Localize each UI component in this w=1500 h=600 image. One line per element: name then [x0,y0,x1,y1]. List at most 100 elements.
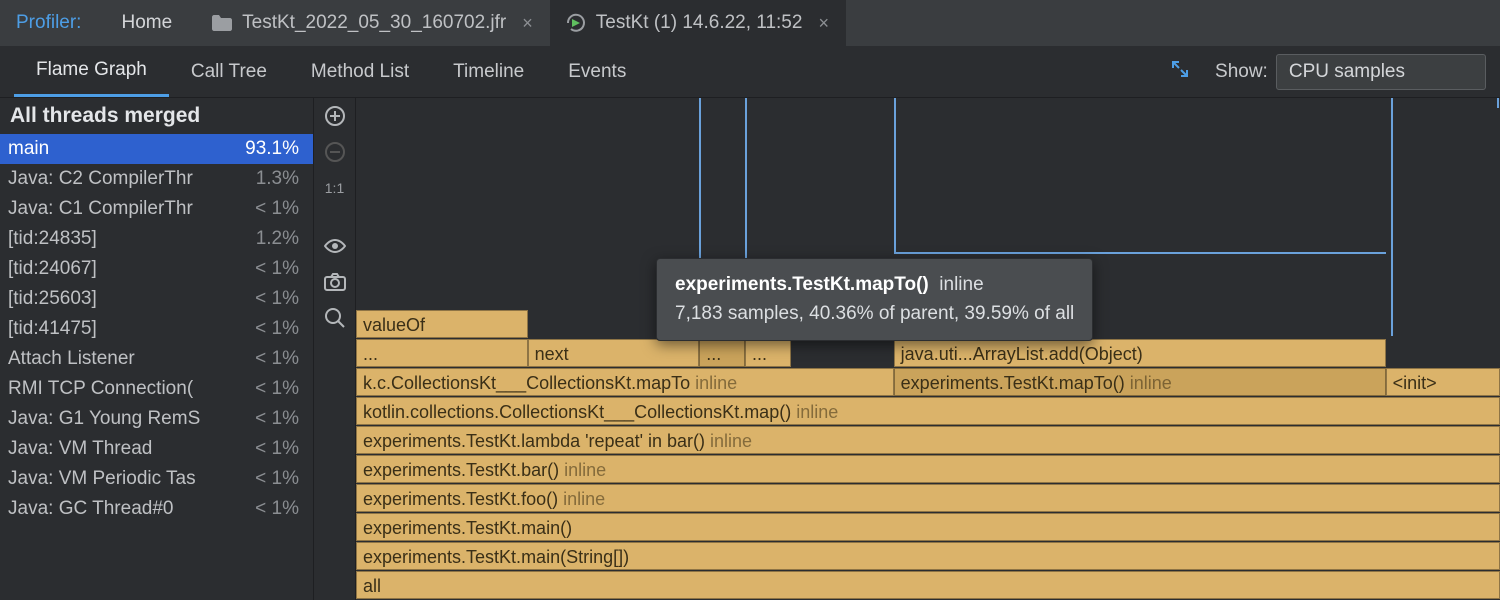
flame-row: k.c.CollectionsKt___CollectionsKt.mapTo … [356,368,1500,397]
thread-name: [tid:24835] [8,228,97,250]
tooltip-suffix: inline [939,274,983,295]
flame-frame[interactable]: experiments.TestKt.foo() inline [356,484,1500,512]
search-icon[interactable] [323,306,347,330]
camera-icon[interactable] [323,270,347,294]
thread-name: RMI TCP Connection( [8,378,193,400]
thread-row[interactable]: Java: VM Thread < 1% [0,434,313,464]
thread-row[interactable]: Java: C2 CompilerThr 1.3% [0,164,313,194]
flame-frame[interactable]: ... [699,339,745,367]
zoom-in-icon[interactable] [323,104,347,128]
flame-frame[interactable]: all [356,571,1500,599]
thread-name: [tid:24067] [8,258,97,280]
thread-name: Java: VM Periodic Tas [8,468,196,490]
ruler-tick [1497,98,1499,108]
home-button[interactable]: Home [97,0,196,46]
profiler-label: Profiler: [0,0,97,46]
run-refresh-icon [566,13,586,33]
tab-method-list[interactable]: Method List [289,46,431,97]
tab-events[interactable]: Events [546,46,648,97]
tab-call-tree[interactable]: Call Tree [169,46,289,97]
flame-row: experiments.TestKt.foo() inline [356,484,1500,513]
flame-frame[interactable]: k.c.CollectionsKt___CollectionsKt.mapTo … [356,368,894,396]
collapse-icon[interactable] [1153,58,1207,86]
thread-percent: < 1% [255,318,299,340]
tooltip-title: experiments.TestKt.mapTo() [675,274,929,295]
flame-row: experiments.TestKt.lambda 'repeat' in ba… [356,426,1500,455]
thread-name: [tid:41475] [8,318,97,340]
thread-row[interactable]: [tid:24067] < 1% [0,254,313,284]
thread-name: Java: VM Thread [8,438,152,460]
thread-percent: 93.1% [245,138,299,160]
profiler-tab-1[interactable]: TestKt (1) 14.6.22, 11:52 × [550,0,846,46]
thread-row[interactable]: Java: C1 CompilerThr< 1% [0,194,313,224]
thread-row[interactable]: Attach Listener < 1% [0,344,313,374]
thread-row[interactable]: [tid:24835] 1.2% [0,224,313,254]
thread-percent: < 1% [255,258,299,280]
flame-frame[interactable]: <init> [1386,368,1500,396]
folder-icon [212,15,232,31]
profiler-tab-0[interactable]: TestKt_2022_05_30_160702.jfr × [196,0,550,46]
main-area: All threads merged main93.1%Java: C2 Com… [0,98,1500,600]
profiler-tab-0-label: TestKt_2022_05_30_160702.jfr [242,12,506,34]
frame-tooltip: experiments.TestKt.mapTo() inline 7,183 … [656,258,1093,341]
thread-name: [tid:25603] [8,288,97,310]
thread-row[interactable]: Java: G1 Young RemS< 1% [0,404,313,434]
flame-frame[interactable]: valueOf [356,310,528,338]
thread-percent: < 1% [255,498,299,520]
thread-row[interactable]: RMI TCP Connection( < 1% [0,374,313,404]
zoom-out-icon[interactable] [323,140,347,164]
inline-tag: inline [559,460,606,480]
thread-percent: 1.2% [256,228,299,250]
thread-percent: < 1% [255,468,299,490]
flame-frame[interactable]: kotlin.collections.CollectionsKt___Colle… [356,397,1500,425]
flame-frame[interactable]: java.uti...ArrayList.add(Object) [894,339,1386,367]
flame-graph[interactable]: experiments.TestKt.mapTo() inline 7,183 … [356,98,1500,600]
thread-row[interactable]: [tid:41475] < 1% [0,314,313,344]
ruler-line [1391,98,1393,336]
show-label: Show: [1207,61,1276,83]
thread-row[interactable]: [tid:25603]< 1% [0,284,313,314]
thread-name: Java: GC Thread#0 [8,498,173,520]
inline-tag: inline [791,402,838,422]
flame-row: all [356,571,1500,600]
thread-percent: < 1% [255,378,299,400]
thread-percent: < 1% [255,348,299,370]
flame-frame[interactable]: next [528,339,700,367]
profiler-tab-1-label: TestKt (1) 14.6.22, 11:52 [596,12,803,34]
flame-frame[interactable]: experiments.TestKt.mapTo() inline [894,368,1386,396]
inline-tag: inline [705,431,752,451]
flame-row: experiments.TestKt.main(String[]) [356,542,1500,571]
flame-frame[interactable]: experiments.TestKt.main(String[]) [356,542,1500,570]
inline-tag: inline [690,373,737,393]
flame-tool-column: 1:1 [314,98,356,600]
inline-tag: inline [1125,373,1172,393]
thread-name: Java: C2 CompilerThr [8,168,193,190]
flame-row: ...next......java.uti...ArrayList.add(Ob… [356,339,1500,368]
thread-percent: 1.3% [256,168,299,190]
tooltip-detail: 7,183 samples, 40.36% of parent, 39.59% … [675,300,1074,329]
close-icon[interactable]: × [522,13,533,34]
show-select[interactable]: CPU samples [1276,54,1486,90]
thread-percent: < 1% [255,438,299,460]
thread-name: main [8,138,49,160]
thread-row[interactable]: Java: VM Periodic Tas < 1% [0,464,313,494]
flame-frame[interactable]: experiments.TestKt.main() [356,513,1500,541]
profiler-top-bar: Profiler: Home TestKt_2022_05_30_160702.… [0,0,1500,46]
flame-frame[interactable]: experiments.TestKt.lambda 'repeat' in ba… [356,426,1500,454]
flame-row: experiments.TestKt.main() [356,513,1500,542]
flame-frame[interactable]: ... [356,339,528,367]
close-icon[interactable]: × [818,13,829,34]
tab-flame-graph[interactable]: Flame Graph [14,46,169,97]
eye-icon[interactable] [323,234,347,258]
flame-frame[interactable]: experiments.TestKt.bar() inline [356,455,1500,483]
tab-timeline[interactable]: Timeline [431,46,546,97]
one-to-one-icon[interactable]: 1:1 [323,176,347,200]
ruler-line [894,252,1386,254]
flame-row: kotlin.collections.CollectionsKt___Colle… [356,397,1500,426]
thread-row[interactable]: Java: GC Thread#0 < 1% [0,494,313,524]
thread-name: Attach Listener [8,348,135,370]
ruler-line [894,98,896,254]
thread-row[interactable]: main 93.1% [0,134,313,164]
profiler-view-toolbar: Flame Graph Call Tree Method List Timeli… [0,46,1500,98]
flame-frame[interactable]: ... [745,339,791,367]
